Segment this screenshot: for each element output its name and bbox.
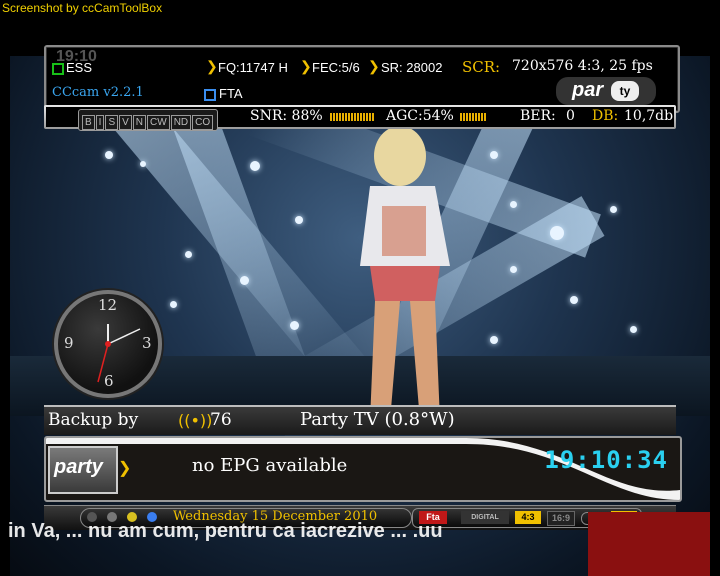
- aspect-16-9-badge: 16:9: [547, 511, 575, 526]
- db-value: 10,7db: [624, 108, 674, 124]
- flag-n: N: [132, 115, 147, 130]
- emulator-version: CCcam v2.2.1: [52, 85, 144, 100]
- symbol-rate: SR: 28002: [381, 60, 443, 75]
- snr-label: SNR: 88%: [250, 108, 323, 124]
- dancer-figure: [360, 126, 450, 421]
- flags-group: B I S V N CW ND CO: [78, 109, 219, 131]
- arrow-right-icon: ❯: [300, 59, 312, 75]
- snr-meter: [330, 113, 374, 121]
- digital-badge: DIGITAL: [461, 511, 509, 524]
- scr-label: SCR:: [462, 58, 501, 76]
- clock-hands: [97, 324, 141, 383]
- flag-b: B: [82, 115, 95, 130]
- channel-name: Party TV (0.8°W): [300, 409, 455, 430]
- ber-value: 0: [566, 108, 575, 124]
- epg-channel-logo: party: [48, 446, 118, 494]
- frequency: FQ:11747 H: [218, 60, 288, 75]
- scr-value: 720x576 4:3, 25 fps: [512, 58, 653, 74]
- channel-name-bar: Backup by ((•)) 76 Party TV (0.8°W): [44, 405, 676, 435]
- channel-info-panel: 19:10 ESS CCcam v2.2.1 FTA ❯ FQ:11747 H …: [44, 45, 680, 113]
- agc-label: AGC:54%: [386, 108, 454, 124]
- epg-text: no EPG available: [192, 455, 348, 476]
- flag-v: V: [119, 115, 132, 130]
- flag-i: I: [95, 115, 105, 130]
- video-red-corner: [588, 512, 710, 576]
- epg-panel: party ❯ no EPG available 19:10:34: [44, 436, 682, 502]
- channel-logo: par ty: [556, 77, 656, 105]
- screenshot-caption: Screenshot by ccCamToolBox: [2, 1, 163, 15]
- arrow-right-icon: ❯: [206, 59, 218, 75]
- flag-co: CO: [192, 115, 214, 130]
- flag-s: S: [105, 115, 119, 130]
- signal-count: 76: [210, 410, 232, 430]
- digital-clock: 19:10:34: [544, 446, 668, 474]
- signal-status-bar: B I S V N CW ND CO SNR: 88% AGC:54% BER: 0 DB: …: [44, 105, 676, 131]
- db-label: DB:: [592, 108, 619, 124]
- agc-meter: [460, 113, 487, 121]
- analog-clock: 12 3 6 9: [54, 290, 162, 398]
- flag-cw: CW: [147, 115, 170, 130]
- ber-label: BER:: [520, 108, 556, 124]
- fec: FEC:5/6: [312, 60, 360, 75]
- aspect-4-3-badge: 4:3: [515, 511, 541, 524]
- backup-label: Backup by: [48, 410, 139, 430]
- ess-indicator-icon: [52, 63, 64, 75]
- video-subtitle: in Va, ... nu am cum, pentru ca iacreziv…: [8, 520, 443, 542]
- signal-broadcast-icon: ((•)): [178, 411, 213, 430]
- arrow-right-icon: ❯: [118, 458, 132, 477]
- fta-label: FTA: [219, 86, 243, 101]
- fta-indicator-icon: [204, 89, 216, 101]
- arrow-right-icon: ❯: [368, 59, 380, 75]
- flag-nd: ND: [170, 115, 192, 130]
- encryption-label: ESS: [66, 60, 93, 75]
